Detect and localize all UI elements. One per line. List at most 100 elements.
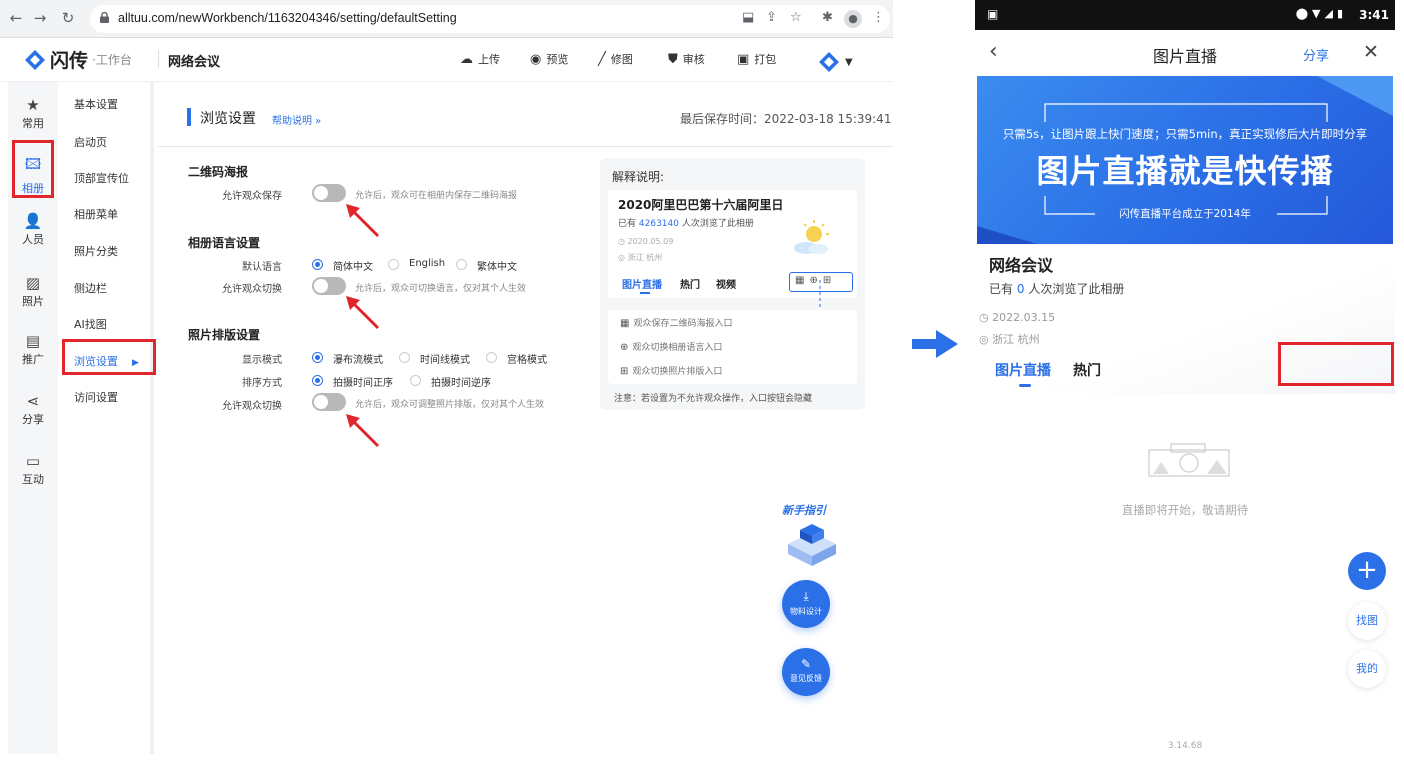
location-icon: ⬤ — [1295, 7, 1312, 20]
plus-icon: + — [1356, 555, 1378, 585]
upload-button[interactable]: ☁ 上传 — [460, 51, 500, 67]
radio-simplified-chinese[interactable] — [312, 259, 323, 270]
phone-title: 图片直播 — [1152, 47, 1217, 66]
phone-tab-live[interactable]: 图片直播 — [995, 360, 1051, 380]
menu-item-photo-category[interactable]: 照片分类 — [74, 243, 118, 259]
promo-banner: 只需5s，让图片跟上快门速度；只需5min，真正实现修后大片即时分享 图片直播就… — [977, 76, 1393, 244]
status-icons: ⬤▼◢▮ — [1296, 7, 1347, 20]
qr-code-icon: ▦ — [620, 318, 630, 329]
add-fab[interactable]: + — [1348, 552, 1386, 590]
app-version: 3.14.68 — [1167, 741, 1203, 751]
viewed-suffix: 人次浏览了此相册 — [681, 219, 754, 229]
preview-button[interactable]: ◉ 预览 — [530, 51, 568, 67]
extensions-icon[interactable]: ✱ — [822, 10, 833, 25]
profile-avatar-icon[interactable]: ● — [844, 10, 862, 28]
explain-note: 注意：若设置为不允许观众操作，入口按钮会隐藏 — [614, 394, 813, 404]
rail-label: 分享 — [22, 413, 44, 426]
mine-button[interactable]: 我的 — [1348, 650, 1386, 688]
app-header: 闪传 ·工作台 网络会议 ☁ 上传 ◉ 预览 ╱ 修图 ⛊ 审核 ▣ 打包 ▼ — [0, 38, 893, 82]
package-button[interactable]: ▣ 打包 — [737, 51, 776, 67]
album-title: 网络会议 — [168, 55, 221, 70]
rail-item-common[interactable]: ★ 常用 — [8, 96, 58, 140]
find-photo-button[interactable]: 找图 — [1348, 602, 1386, 640]
gallery-notification-icon: ▣ — [987, 7, 999, 21]
phone-location: ◎ 浙江 杭州 — [979, 331, 1040, 347]
menu-item-basic[interactable]: 基本设置 — [74, 96, 118, 112]
radio-english[interactable] — [388, 259, 399, 270]
layout-switch-toggle[interactable] — [312, 393, 346, 411]
menu-item-top-banner[interactable]: 顶部宣传位 — [74, 170, 129, 186]
reload-icon[interactable]: ↻ — [58, 9, 78, 27]
forward-arrow-icon[interactable]: → — [30, 9, 50, 27]
phone-share-button[interactable]: 分享 — [1303, 45, 1329, 64]
menu-item-album-menu[interactable]: 相册菜单 — [74, 206, 118, 222]
address-bar[interactable]: alltuu.com/newWorkbench/1163204346/setti… — [90, 5, 890, 33]
radio-sort-desc[interactable] — [410, 375, 421, 386]
url-text: alltuu.com/newWorkbench/1163204346/setti… — [118, 11, 457, 25]
entry-row-text: 观众切换相册语言入口 — [632, 343, 723, 353]
bookmark-star-icon[interactable]: ☆ — [790, 10, 802, 25]
share-page-icon[interactable]: ⇪ — [766, 10, 777, 25]
transition-arrow-icon — [912, 330, 958, 358]
rail-item-share[interactable]: ⋖ 分享 — [8, 392, 58, 436]
radio-traditional-chinese[interactable] — [456, 259, 467, 270]
sun-cloud-illustration-icon — [794, 220, 829, 254]
preview-location: ◎ 浙江 杭州 — [618, 252, 662, 263]
option-simplified-chinese: 简体中文 — [333, 262, 373, 273]
menu-item-sidebar[interactable]: 侧边栏 — [74, 280, 107, 296]
account-menu[interactable]: ▼ — [818, 51, 853, 73]
new-user-guide[interactable]: 新手指引 — [778, 502, 844, 572]
option-grid: 宫格模式 — [507, 355, 547, 366]
brush-icon: ╱ — [598, 51, 606, 67]
rail-item-photos[interactable]: ▨ 照片 — [8, 274, 58, 318]
banner-tagline: 只需5s，让图片跟上快门速度；只需5min，真正实现修后大片即时分享 — [1002, 127, 1368, 141]
rail-item-interact[interactable]: ▭ 互动 — [8, 452, 58, 496]
phone-tab-hot[interactable]: 热门 — [1073, 360, 1101, 380]
lang-switch-toggle[interactable] — [312, 277, 346, 295]
highlight-missing-icons — [1278, 342, 1394, 386]
brand-logo[interactable]: 闪传 ·工作台 — [24, 46, 132, 73]
option-sort-asc: 拍摄时间正序 — [333, 378, 393, 389]
menu-item-launch[interactable]: 启动页 — [74, 134, 107, 150]
option-timeline: 时间线模式 — [420, 355, 470, 366]
package-label: 打包 — [754, 53, 777, 66]
rail-label: 人员 — [22, 233, 44, 246]
close-icon[interactable]: ✕ — [1363, 41, 1379, 63]
retouch-button[interactable]: ╱ 修图 — [598, 51, 633, 67]
viewed-count: 4263140 — [638, 219, 679, 229]
install-icon[interactable]: ⬓ — [742, 10, 754, 25]
red-pointer-arrow-icon — [346, 296, 380, 330]
radio-waterfall[interactable] — [312, 352, 323, 363]
menu-item-ai-find[interactable]: AI找图 — [74, 316, 107, 332]
feedback-button[interactable]: ✎ 意见反馈 — [782, 648, 830, 696]
menu-item-access[interactable]: 访问设置 — [74, 389, 118, 405]
rail-item-people[interactable]: 👤 人员 — [8, 212, 58, 256]
entry-row-text: 观众保存二维码海报入口 — [633, 319, 733, 329]
radio-sort-asc[interactable] — [312, 375, 323, 386]
review-label: 审核 — [682, 53, 705, 66]
page-title: 浏览设置 — [200, 111, 256, 127]
chat-icon: ▭ — [25, 452, 41, 470]
person-icon: 👤 — [23, 212, 43, 230]
preview-tab-hot: 热门 — [680, 280, 700, 291]
material-design-button[interactable]: ⤓ 物料设计 — [782, 580, 830, 628]
radio-grid[interactable] — [486, 352, 497, 363]
default-lang-label: 默认语言 — [242, 262, 282, 273]
preview-date-text: 2020.05.09 — [627, 237, 674, 246]
rail-item-promote[interactable]: ▤ 推广 — [8, 332, 58, 376]
radio-timeline[interactable] — [399, 352, 410, 363]
back-arrow-icon[interactable]: ← — [6, 9, 26, 27]
entry-row-layout: ⊞ 观众切换照片排版入口 — [620, 364, 722, 377]
help-link[interactable]: 帮助说明 » — [272, 112, 321, 127]
viewed-count: 0 — [1016, 282, 1025, 296]
rail-label: 互动 — [22, 473, 44, 486]
status-time: 3:41 — [1359, 8, 1389, 22]
cloud-upload-icon: ☁ — [460, 51, 473, 67]
star-icon: ★ — [26, 96, 40, 114]
qr-save-toggle[interactable] — [312, 184, 346, 202]
highlight-album-rail — [12, 140, 54, 198]
viewed-prefix: 已有 — [618, 219, 637, 229]
share-icon: ⋖ — [26, 392, 40, 410]
review-button[interactable]: ⛊ 审核 — [668, 51, 705, 67]
browser-menu-icon[interactable]: ⋮ — [872, 10, 885, 25]
